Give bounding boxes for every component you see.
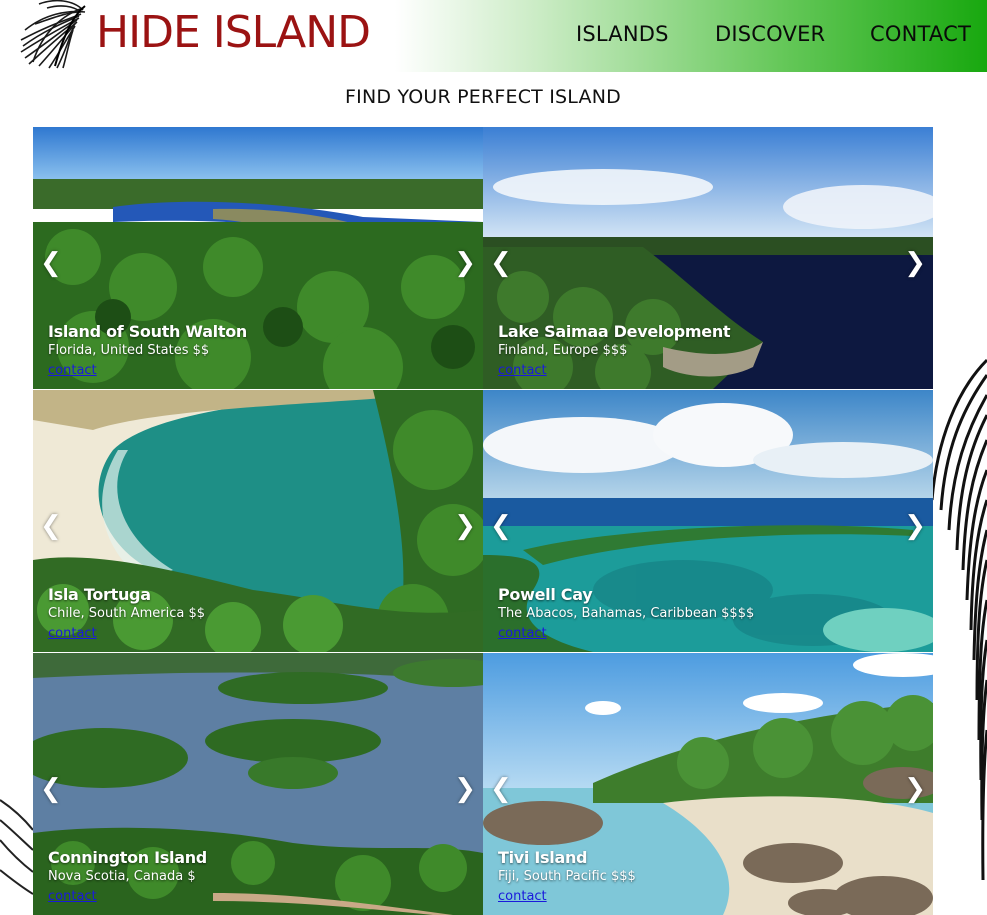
- brand-name[interactable]: HIDE ISLAND: [96, 7, 371, 59]
- island-name: Island of South Walton: [48, 322, 248, 341]
- carousel-next-button[interactable]: ❯: [904, 775, 926, 803]
- contact-link[interactable]: contact: [498, 362, 547, 379]
- carousel-next-button[interactable]: ❯: [904, 249, 926, 277]
- island-caption: Isla Tortuga Chile, South America $$ con…: [48, 585, 205, 642]
- island-caption: Island of South Walton Florida, United S…: [48, 322, 247, 379]
- island-card: ❮ ❯ Island of South Walton Florida, Unit…: [33, 127, 483, 389]
- palm-frond-decoration-left: [0, 760, 33, 915]
- carousel-next-button[interactable]: ❯: [454, 775, 476, 803]
- island-location-price: Nova Scotia, Canada $: [48, 869, 196, 884]
- island-grid: ❮ ❯ Island of South Walton Florida, Unit…: [33, 127, 933, 915]
- island-card: ❮ ❯ Powell Cay The Abacos, Bahamas, Cari…: [483, 390, 933, 652]
- contact-link[interactable]: contact: [498, 625, 547, 642]
- carousel-prev-button[interactable]: ❮: [490, 775, 512, 803]
- page-title: FIND YOUR PERFECT ISLAND: [345, 86, 621, 108]
- island-location-price: Finland, Europe $$$: [498, 343, 628, 358]
- island-card: ❮ ❯ Connington Island Nova Scotia, Canad…: [33, 653, 483, 915]
- island-location-price: Chile, South America $$: [48, 606, 206, 621]
- carousel-next-button[interactable]: ❯: [904, 512, 926, 540]
- island-location-price: Fiji, South Pacific $$$: [498, 869, 636, 884]
- carousel-prev-button[interactable]: ❮: [40, 775, 62, 803]
- carousel-next-button[interactable]: ❯: [454, 512, 476, 540]
- island-card: ❮ ❯ Lake Saimaa Development Finland, Eur…: [483, 127, 933, 389]
- carousel-prev-button[interactable]: ❮: [490, 249, 512, 277]
- island-name: Lake Saimaa Development: [498, 322, 731, 341]
- palm-frond-decoration-right: [927, 300, 987, 915]
- island-name: Isla Tortuga: [48, 585, 151, 604]
- island-location-price: Florida, United States $$: [48, 343, 210, 358]
- island-card: ❮ ❯ Isla Tortuga Chile, South America $$…: [33, 390, 483, 652]
- carousel-prev-button[interactable]: ❮: [490, 512, 512, 540]
- contact-link[interactable]: contact: [48, 362, 97, 379]
- nav-discover[interactable]: DISCOVER: [715, 20, 825, 50]
- island-name: Connington Island: [48, 848, 207, 867]
- island-location-price: The Abacos, Bahamas, Caribbean $$$$: [498, 606, 755, 621]
- island-caption: Connington Island Nova Scotia, Canada $ …: [48, 848, 207, 905]
- nav-contact[interactable]: CONTACT: [870, 20, 971, 50]
- carousel-next-button[interactable]: ❯: [454, 249, 476, 277]
- island-caption: Lake Saimaa Development Finland, Europe …: [498, 322, 731, 379]
- carousel-prev-button[interactable]: ❮: [40, 249, 62, 277]
- site-header: HIDE ISLAND ISLANDS DISCOVER CONTACT: [0, 0, 987, 72]
- contact-link[interactable]: contact: [48, 625, 97, 642]
- island-card: ❮ ❯ Tivi Island Fiji, South Pacific $$$ …: [483, 653, 933, 915]
- nav-islands[interactable]: ISLANDS: [576, 20, 669, 50]
- carousel-prev-button[interactable]: ❮: [40, 512, 62, 540]
- palm-leaf-logo-icon[interactable]: [15, 0, 95, 70]
- island-caption: Tivi Island Fiji, South Pacific $$$ cont…: [498, 848, 636, 905]
- island-name: Powell Cay: [498, 585, 593, 604]
- island-name: Tivi Island: [498, 848, 588, 867]
- island-caption: Powell Cay The Abacos, Bahamas, Caribbea…: [498, 585, 754, 642]
- contact-link[interactable]: contact: [48, 888, 97, 905]
- contact-link[interactable]: contact: [498, 888, 547, 905]
